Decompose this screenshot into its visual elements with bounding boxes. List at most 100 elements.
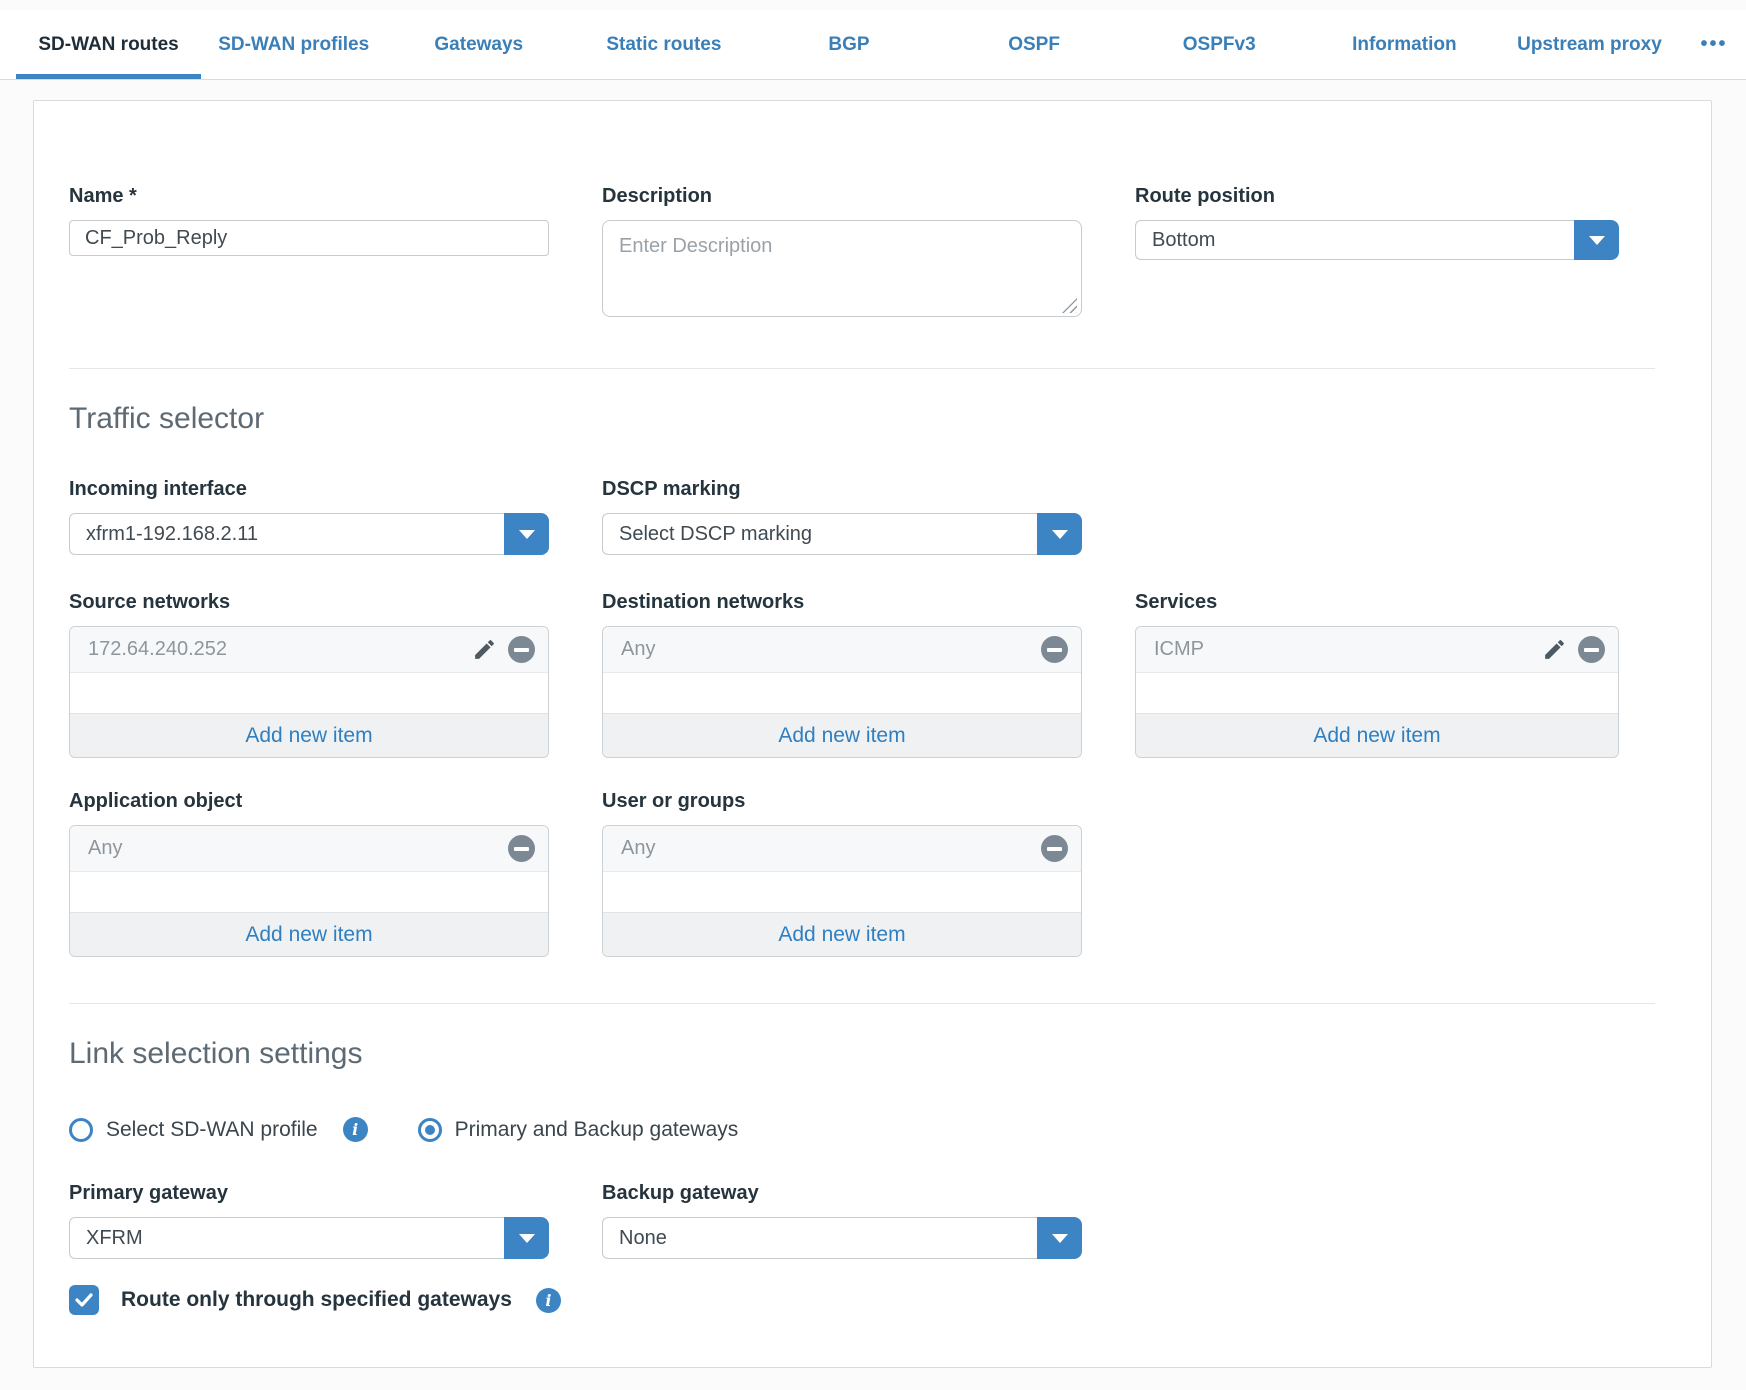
remove-icon[interactable]: [508, 835, 535, 862]
description-field-group: Description: [602, 185, 1082, 322]
list-item[interactable]: Any: [603, 627, 1081, 673]
source-networks-label: Source networks: [69, 591, 549, 614]
list-item-text: ICMP: [1154, 638, 1542, 661]
backup-gateway-label: Backup gateway: [602, 1182, 1082, 1205]
checkmark-icon: [75, 1293, 93, 1307]
primary-gateway-group: Primary gateway XFRM: [69, 1182, 549, 1259]
list-item-text: Any: [88, 837, 508, 860]
traffic-selector-heading: Traffic selector: [69, 402, 1655, 436]
radio-unselected-icon[interactable]: [69, 1118, 93, 1142]
info-icon[interactable]: i: [343, 1117, 368, 1142]
services-box: ICMP Add new item: [1135, 626, 1619, 758]
dscp-marking-label: DSCP marking: [602, 478, 1082, 501]
list-item-text: Any: [621, 638, 1041, 661]
listbox-empty-area: [70, 872, 548, 912]
chevron-down-icon[interactable]: [504, 513, 549, 555]
remove-icon[interactable]: [508, 636, 535, 663]
add-new-item-label: Add new item: [245, 724, 372, 748]
primary-gateway-label: Primary gateway: [69, 1182, 549, 1205]
add-new-item-button[interactable]: Add new item: [70, 713, 548, 757]
tab-sdwan-profiles[interactable]: SD-WAN profiles: [201, 10, 386, 79]
list-item[interactable]: ICMP: [1136, 627, 1618, 673]
remove-icon[interactable]: [1578, 636, 1605, 663]
route-only-checkbox[interactable]: [69, 1285, 99, 1315]
description-label: Description: [602, 185, 1082, 208]
services-label: Services: [1135, 591, 1619, 614]
incoming-interface-group: Incoming interface xfrm1-192.168.2.11: [69, 478, 549, 555]
route-only-label: Route only through specified gateways: [121, 1288, 512, 1312]
route-position-label: Route position: [1135, 185, 1619, 208]
incoming-interface-select[interactable]: xfrm1-192.168.2.11: [69, 513, 549, 555]
add-new-item-label: Add new item: [1313, 724, 1440, 748]
chevron-down-icon[interactable]: [504, 1217, 549, 1259]
edit-icon[interactable]: [472, 637, 497, 662]
more-tabs-icon[interactable]: •••: [1682, 10, 1746, 79]
destination-networks-group: Destination networks Any Add new item: [602, 591, 1082, 758]
radio-selected-icon[interactable]: [418, 1118, 442, 1142]
primary-gateway-select[interactable]: XFRM: [69, 1217, 549, 1259]
edit-icon[interactable]: [1542, 637, 1567, 662]
section-divider: [69, 1003, 1655, 1004]
application-object-group: Application object Any Add new item: [69, 790, 549, 957]
chevron-down-icon[interactable]: [1037, 513, 1082, 555]
dscp-marking-group: DSCP marking Select DSCP marking: [602, 478, 1082, 555]
user-or-groups-group: User or groups Any Add new item: [602, 790, 1082, 957]
add-new-item-label: Add new item: [245, 923, 372, 947]
dscp-marking-value: Select DSCP marking: [602, 513, 1037, 555]
list-item[interactable]: Any: [603, 826, 1081, 872]
chevron-down-icon[interactable]: [1037, 1217, 1082, 1259]
radio-label: Primary and Backup gateways: [455, 1118, 739, 1142]
listbox-empty-area: [603, 872, 1081, 912]
remove-icon[interactable]: [1041, 636, 1068, 663]
backup-gateway-select[interactable]: None: [602, 1217, 1082, 1259]
add-new-item-button[interactable]: Add new item: [603, 713, 1081, 757]
info-icon[interactable]: i: [536, 1288, 561, 1313]
chevron-down-icon[interactable]: [1574, 220, 1619, 260]
name-field-group: Name *: [69, 185, 549, 322]
incoming-interface-label: Incoming interface: [69, 478, 549, 501]
application-object-box: Any Add new item: [69, 825, 549, 957]
user-or-groups-box: Any Add new item: [602, 825, 1082, 957]
section-divider: [69, 368, 1655, 369]
tab-bar: SD-WAN routes SD-WAN profiles Gateways S…: [0, 10, 1746, 80]
route-position-select[interactable]: Bottom: [1135, 220, 1619, 260]
add-new-item-button[interactable]: Add new item: [603, 912, 1081, 956]
dscp-marking-select[interactable]: Select DSCP marking: [602, 513, 1082, 555]
name-label: Name *: [69, 185, 549, 208]
tab-sdwan-routes[interactable]: SD-WAN routes: [16, 10, 201, 79]
sdwan-route-form: Name * Description Route position Bottom…: [33, 100, 1712, 1368]
add-new-item-label: Add new item: [778, 923, 905, 947]
list-item-text: 172.64.240.252: [88, 638, 472, 661]
route-position-group: Route position Bottom: [1135, 185, 1619, 322]
list-item[interactable]: Any: [70, 826, 548, 872]
user-or-groups-label: User or groups: [602, 790, 1082, 813]
add-new-item-button[interactable]: Add new item: [1136, 713, 1618, 757]
application-object-label: Application object: [69, 790, 549, 813]
link-selection-heading: Link selection settings: [69, 1037, 1655, 1071]
radio-select-sdwan-profile[interactable]: Select SD-WAN profile i: [69, 1117, 368, 1142]
primary-gateway-value: XFRM: [69, 1217, 504, 1259]
tab-upstream-proxy[interactable]: Upstream proxy: [1497, 10, 1682, 79]
listbox-empty-area: [1136, 673, 1618, 713]
tab-bgp[interactable]: BGP: [756, 10, 941, 79]
description-input[interactable]: [602, 220, 1082, 317]
tab-static-routes[interactable]: Static routes: [571, 10, 756, 79]
tab-ospfv3[interactable]: OSPFv3: [1127, 10, 1312, 79]
source-networks-box: 172.64.240.252 Add new item: [69, 626, 549, 758]
route-position-value: Bottom: [1135, 220, 1574, 260]
radio-label: Select SD-WAN profile: [106, 1118, 318, 1142]
add-new-item-label: Add new item: [778, 724, 905, 748]
name-input[interactable]: [69, 220, 549, 256]
tab-ospf[interactable]: OSPF: [942, 10, 1127, 79]
source-networks-group: Source networks 172.64.240.252 Add new i…: [69, 591, 549, 758]
remove-icon[interactable]: [1041, 835, 1068, 862]
list-item[interactable]: 172.64.240.252: [70, 627, 548, 673]
tab-gateways[interactable]: Gateways: [386, 10, 571, 79]
radio-primary-backup-gateways[interactable]: Primary and Backup gateways: [418, 1118, 739, 1142]
list-item-text: Any: [621, 837, 1041, 860]
listbox-empty-area: [603, 673, 1081, 713]
tab-information[interactable]: Information: [1312, 10, 1497, 79]
add-new-item-button[interactable]: Add new item: [70, 912, 548, 956]
services-group: Services ICMP Add new item: [1135, 591, 1619, 758]
backup-gateway-value: None: [602, 1217, 1037, 1259]
